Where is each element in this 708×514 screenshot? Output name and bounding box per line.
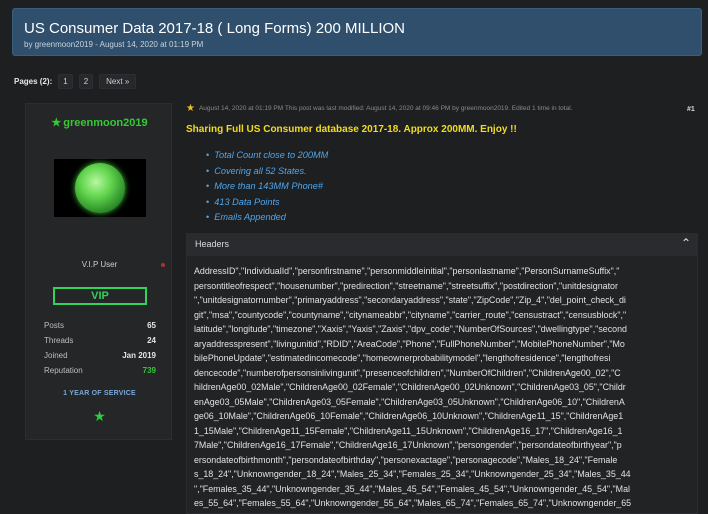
green-moon-image [75,163,125,213]
spoiler-title: Headers [195,239,230,249]
chevron-up-icon[interactable]: ⌃ [681,236,691,250]
header-line: latitude","longitude","timezone","Xaxis"… [194,324,627,334]
list-item: Total Count close to 200MM [206,150,328,166]
star-icon: ★ [186,103,195,114]
star-icon: ★ [51,117,62,129]
offline-status-icon [161,263,165,267]
stat-value: Jan 2019 [122,351,156,360]
stat-joined: Joined Jan 2019 [44,351,156,366]
stat-label: Posts [44,321,65,330]
header-line: 7Male","ChildrenAge16_17Female","Childre… [194,440,622,450]
stat-reputation: Reputation 739 [44,366,156,381]
stat-label: Reputation [44,366,83,375]
author-name-row[interactable]: ★ greenmoon2019 [26,116,173,129]
post-headline: Sharing Full US Consumer database 2017-1… [186,124,517,135]
post-number[interactable]: #1 [687,106,695,113]
header-line: es_55_64","Females_55_64","Unknowngender… [194,498,632,508]
post-meta: ★ August 14, 2020 at 01:19 PM This post w… [186,103,698,117]
stat-value: 739 [142,366,156,375]
list-item: More than 143MM Phone# [206,181,328,197]
author-sidebar: ★ greenmoon2019 V.I.P User VIP Posts 65 T… [25,103,172,440]
author-name[interactable]: greenmoon2019 [63,117,147,129]
thread-title: US Consumer Data 2017-18 ( Long Forms) 2… [24,20,405,37]
thread-byline: by greenmoon2019 - August 14, 2020 at 01… [24,40,204,49]
header-line: AddressID","IndividualId","personfirstna… [194,266,620,276]
pagination-label: Pages (2): [14,76,53,86]
service-award: 1 YEAR OF SERVICE [63,390,136,397]
stat-value: 65 [147,321,156,330]
header-line: ge06_10Male","ChildrenAge06_10Female","C… [194,411,624,421]
stat-threads: Threads 24 [44,336,156,351]
author-stats: Posts 65 Threads 24 Joined Jan 2019 Repu… [44,321,156,381]
header-line: ","Females_35_44","Unknowngender_35_44",… [194,483,630,494]
header-line: enAge03_05Male","ChildrenAge03_05Female"… [194,396,625,407]
header-line: dencecode","numberofpersonsinlivingunit"… [194,367,621,378]
header-line: 1_15Male","ChildrenAge11_15Female","Chil… [194,425,623,436]
list-item: Covering all 52 States. [206,166,328,182]
stat-label: Threads [44,336,74,345]
thread-header: US Consumer Data 2017-18 ( Long Forms) 2… [12,8,702,56]
stat-posts: Posts 65 [44,321,156,336]
page-link-2[interactable]: 2 [78,73,94,89]
forum-page: US Consumer Data 2017-18 ( Long Forms) 2… [0,0,708,514]
feature-list: Total Count close to 200MM Covering all … [206,150,328,228]
list-item: 413 Data Points [206,197,328,213]
user-rank: V.I.P User [81,260,118,269]
avatar[interactable] [54,159,146,217]
next-page-button[interactable]: Next » [99,73,137,89]
header-line: bilePhoneUpdate","estimatedincomecode","… [194,353,611,363]
header-line: persontitleofrespect","housenumber","pre… [194,280,618,291]
headers-spoiler: Headers ⌃ AddressID","IndividualId","per… [186,233,698,514]
header-line: ","unitdesignatornumber","primaryaddress… [194,295,626,305]
header-line: s_18_24","Unknowngender_18_24","Males_25… [194,469,631,479]
page-link-1[interactable]: 1 [58,73,73,89]
post-meta-text: August 14, 2020 at 01:19 PM This post wa… [198,105,573,113]
spoiler-content: AddressID","IndividualId","personfirstna… [194,264,692,511]
header-line: ersondateofbirthmonth","persondateofbirt… [194,454,618,465]
header-line: hildrenAge00_02Male","ChildrenAge00_02Fe… [194,382,626,392]
pagination: Pages (2): 1 2 Next » [14,73,137,89]
spoiler-header[interactable]: Headers ⌃ [187,234,697,256]
list-item: Emails Appended [206,212,328,228]
stat-value: 24 [147,336,156,345]
header-line: git","msa","countycode","countyname","ci… [194,309,627,320]
award-star-icon: ★ [93,408,106,424]
stat-label: Joined [44,351,68,360]
vip-badge: VIP [53,287,147,305]
header-line: aryaddresspresent","livingunitid","RDID"… [194,338,625,349]
